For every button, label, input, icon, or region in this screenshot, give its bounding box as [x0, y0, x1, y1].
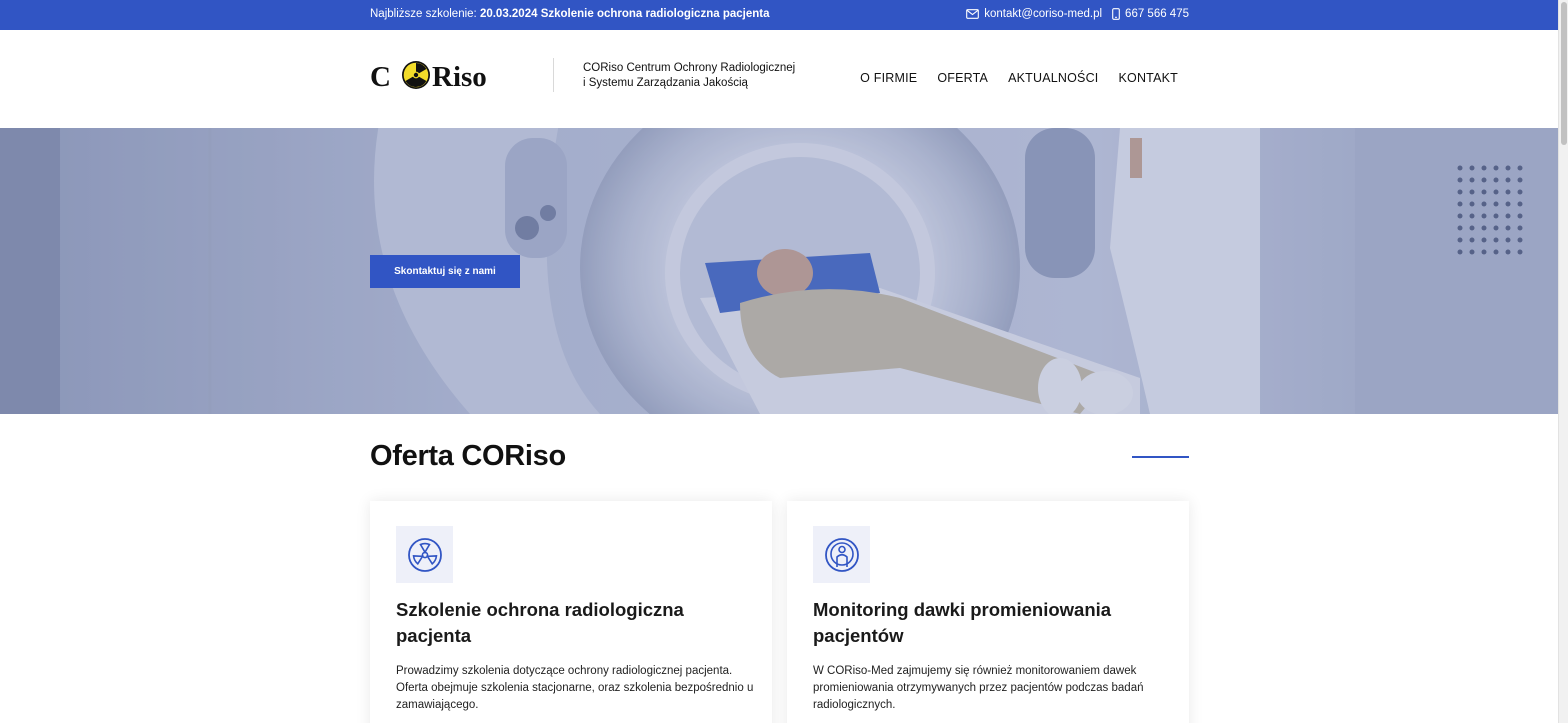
company-tagline: CORiso Centrum Ochrony Radiologicznej i … — [583, 61, 795, 91]
tagline-line-1: CORiso Centrum Ochrony Radiologicznej — [583, 62, 796, 74]
nav-kontakt[interactable]: KONTAKT — [1118, 71, 1178, 85]
envelope-icon — [966, 9, 980, 19]
svg-text:Riso: Riso — [432, 61, 487, 93]
phone-text: 667 566 475 — [1125, 8, 1189, 20]
offer-card-text: Prowadzimy szkolenia dotyczące ochrony r… — [396, 665, 754, 711]
patient-scan-icon — [813, 526, 870, 583]
page: Najbliższe szkolenie: 20.03.2024 Szkolen… — [0, 0, 1558, 723]
hero-banner: Skontaktuj się z nami — [0, 128, 1558, 414]
nav-aktualnosci[interactable]: AKTUALNOŚCI — [1008, 71, 1098, 85]
offer-card-training[interactable]: Szkolenie ochrona radiologiczna pacjenta… — [370, 501, 772, 723]
phone-link[interactable]: 667 566 475 — [1112, 8, 1189, 20]
tagline-line-2: i Systemu Zarządzania Jakością — [583, 77, 748, 89]
coriso-logo-graphic: C Riso — [370, 61, 487, 93]
scrollbar-thumb[interactable] — [1561, 2, 1567, 145]
next-training-title: Szkolenie ochrona radiologiczna pacjenta — [540, 8, 770, 20]
main-navigation: O FIRMIE OFERTA AKTUALNOŚCI KONTAKT — [860, 71, 1178, 85]
svg-text:C: C — [370, 61, 391, 93]
nav-o-firmie[interactable]: O FIRMIE — [860, 71, 917, 85]
offer-card-monitoring[interactable]: Monitoring dawki promieniowania pacjentó… — [787, 501, 1189, 723]
site-header: C Riso CORiso Centrum Ochrony Radiologic… — [0, 30, 1558, 128]
offer-card-title: Monitoring dawki promieniowania pacjentó… — [813, 599, 1112, 646]
offer-section-title: Oferta CORiso — [370, 440, 566, 472]
contact-us-button[interactable]: Skontaktuj się z nami — [370, 255, 520, 288]
offer-card-text: W CORiso-Med zajmujemy się również monit… — [813, 665, 1144, 711]
header-divider — [553, 58, 554, 92]
ct-scanner-photo — [0, 128, 1558, 414]
offer-card-title: Szkolenie ochrona radiologiczna pacjenta — [396, 599, 684, 646]
next-training-date: 20.03.2024 — [479, 8, 538, 20]
coriso-logo[interactable]: C Riso — [370, 59, 522, 93]
nav-oferta[interactable]: OFERTA — [937, 71, 988, 85]
top-info-bar: Najbliższe szkolenie: 20.03.2024 Szkolen… — [0, 0, 1558, 30]
radiation-icon — [396, 526, 453, 583]
page-scrollbar[interactable] — [1558, 0, 1568, 723]
mobile-phone-icon — [1112, 8, 1120, 20]
email-link[interactable]: kontakt@coriso-med.pl — [966, 8, 1102, 20]
next-training-prefix: Najbliższe szkolenie: — [370, 8, 480, 20]
contact-links: kontakt@coriso-med.pl 667 566 475 — [966, 8, 1189, 20]
email-text: kontakt@coriso-med.pl — [984, 8, 1103, 20]
next-training-notice[interactable]: Najbliższe szkolenie: 20.03.2024 Szkolen… — [370, 8, 769, 20]
section-accent-line — [1132, 456, 1189, 458]
